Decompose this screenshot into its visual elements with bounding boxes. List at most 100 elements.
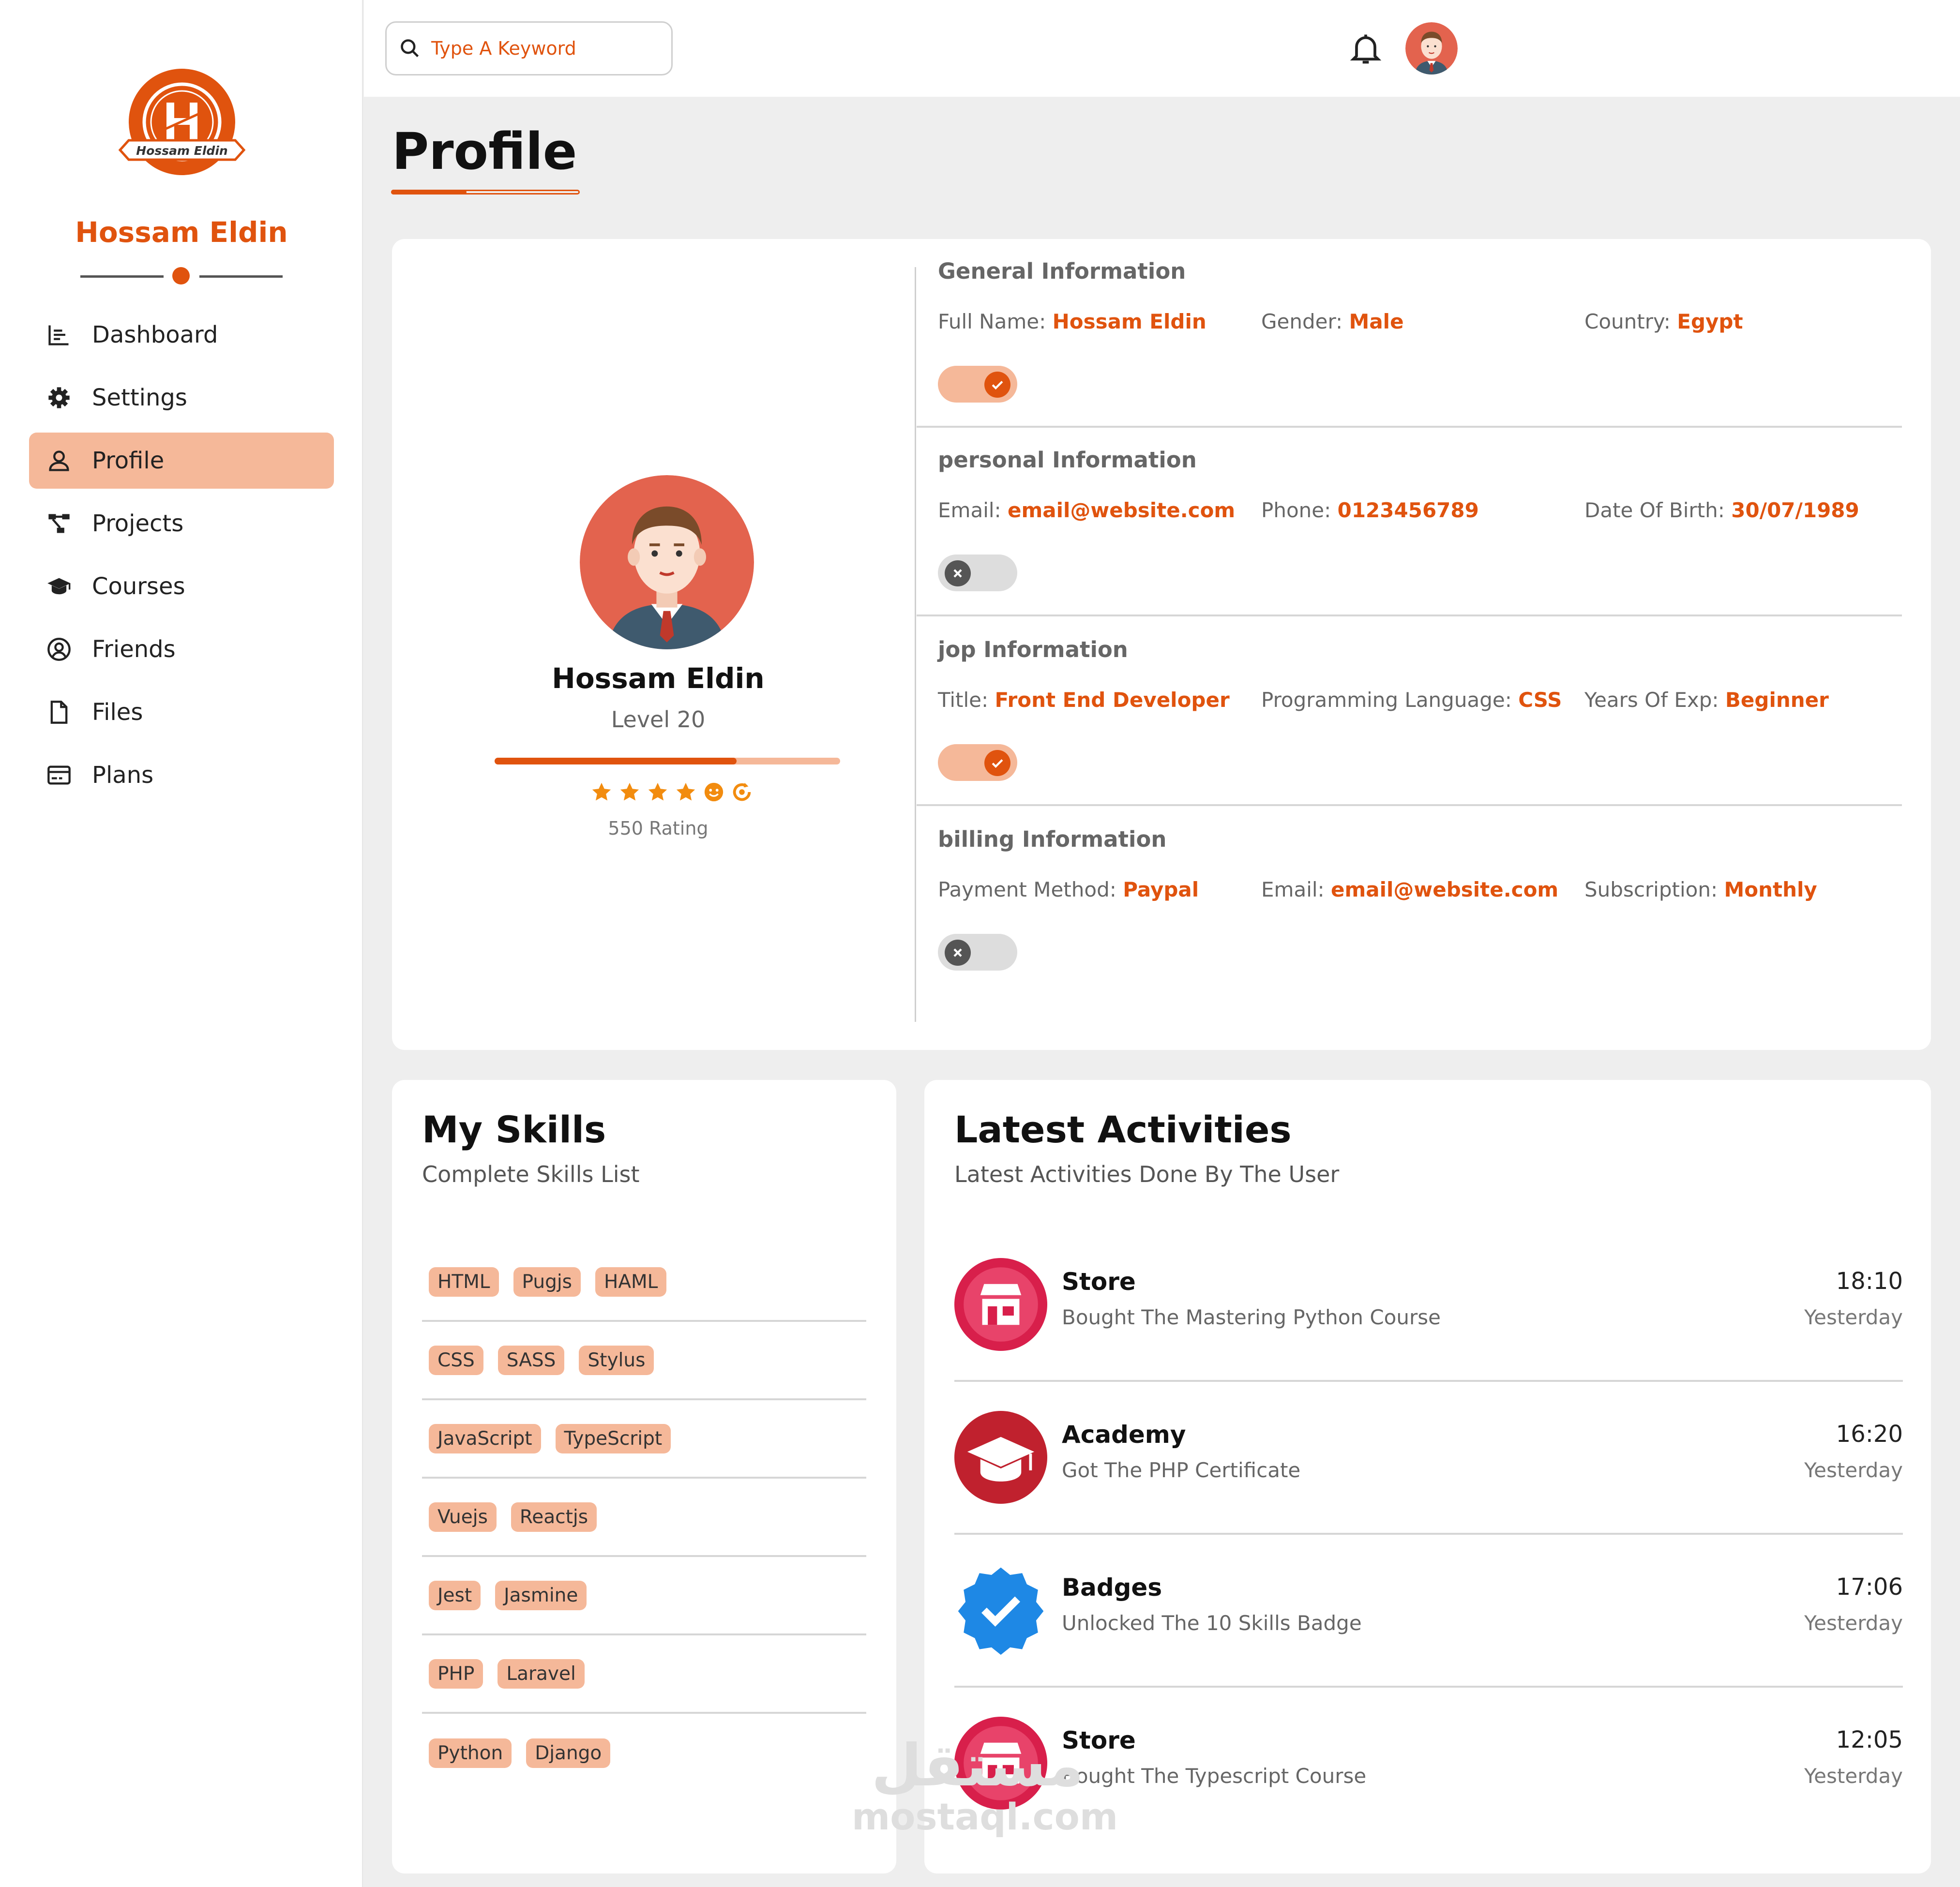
info-section-title: personal Information (938, 447, 1197, 473)
info-field: Title: Front End Developer (938, 688, 1230, 712)
info-section-title: General Information (938, 258, 1186, 284)
sidebar-item-label: Files (92, 699, 143, 726)
info-field: Years Of Exp: Beginner (1584, 688, 1829, 712)
activity-time: 18:10 (1836, 1268, 1903, 1295)
skill-tag: Stylus (579, 1345, 654, 1375)
level-progress-fill (495, 758, 737, 764)
info-section-general: General Information Full Name: Hossam El… (917, 239, 1902, 428)
activity-description: Bought The Typescript Course (1062, 1764, 1367, 1788)
skill-tag: HTML (429, 1267, 499, 1297)
info-row: Email: email@website.com Phone: 01234567… (938, 498, 1901, 527)
brand-divider (80, 267, 283, 285)
skill-tag: Django (526, 1738, 611, 1768)
info-section-title: billing Information (938, 826, 1167, 852)
search-input[interactable] (431, 38, 659, 59)
skill-tag: JavaScript (429, 1423, 541, 1453)
activity-time: 16:20 (1836, 1421, 1903, 1448)
profile-avatar (580, 475, 754, 649)
sidebar-item-label: Projects (92, 510, 184, 537)
file-icon (45, 699, 73, 726)
sidebar-item-dashboard[interactable]: Dashboard (29, 307, 334, 363)
page-title-underline (391, 189, 580, 195)
user-avatar[interactable] (1405, 22, 1458, 75)
check-icon (984, 372, 1010, 398)
toggle-switch-off[interactable] (938, 934, 1017, 971)
activity-day: Yesterday (1804, 1458, 1903, 1482)
info-section-billing: billing Information Payment Method: Payp… (917, 807, 1902, 996)
skills-title: My Skills (422, 1108, 606, 1151)
sidebar-item-label: Friends (92, 636, 176, 663)
bell-icon[interactable] (1347, 30, 1384, 67)
activity-day: Yesterday (1804, 1764, 1903, 1788)
info-field: Gender: Male (1261, 310, 1404, 333)
sidebar-item-friends[interactable]: Friends (29, 621, 334, 677)
skill-tag: Pugjs (513, 1267, 581, 1297)
sidebar-item-files[interactable]: Files (29, 684, 334, 740)
activity-time: 17:06 (1836, 1573, 1903, 1601)
skill-tag: HAML (595, 1267, 667, 1297)
activity-day: Yesterday (1804, 1611, 1903, 1635)
rating-icons (590, 781, 753, 810)
activity-item[interactable]: Academy Got The PHP Certificate 16:20 Ye… (954, 1382, 1903, 1535)
toggle-switch-on[interactable] (938, 744, 1017, 781)
activity-description: Bought The Mastering Python Course (1062, 1305, 1441, 1329)
skill-row: Jest Jasmine (422, 1557, 866, 1635)
sidebar-item-profile[interactable]: Profile (29, 433, 334, 489)
sidebar-item-label: Dashboard (92, 321, 218, 348)
activity-time: 12:05 (1836, 1726, 1903, 1753)
skill-tag: TypeScript (555, 1423, 671, 1453)
toggle-switch-off[interactable] (938, 554, 1017, 591)
sidebar-item-plans[interactable]: Plans (29, 747, 334, 803)
info-row: Payment Method: Paypal Email: email@webs… (938, 878, 1901, 907)
info-field: Email: email@website.com (938, 498, 1236, 522)
credit-card-icon (45, 762, 73, 789)
page-title: Profile (392, 122, 577, 181)
info-field: Phone: 0123456789 (1261, 498, 1479, 522)
skills-card: My Skills Complete Skills List HTML Pugj… (392, 1080, 896, 1873)
skill-row: JavaScript TypeScript (422, 1400, 866, 1479)
brand-name: Hossam Eldin (75, 216, 288, 249)
info-field: Date Of Birth: 30/07/1989 (1584, 498, 1859, 522)
sidebar-item-courses[interactable]: Courses (29, 558, 334, 614)
activities-subtitle: Latest Activities Done By The User (954, 1161, 1340, 1187)
verified-badge-icon (954, 1564, 1047, 1657)
skill-tag: CSS (429, 1345, 483, 1375)
info-field: Programming Language: CSS (1261, 688, 1562, 712)
sidebar: Hossam Eldin Hossam Eldin Dashboard Sett… (0, 0, 363, 1887)
brand-logo: Hossam Eldin (115, 68, 249, 181)
toggle-switch-on[interactable] (938, 366, 1017, 403)
watermark: مستقل mostaql.com (852, 1732, 1118, 1839)
user-icon (45, 447, 73, 474)
skill-tag: Jest (429, 1580, 481, 1610)
skill-tag: Jasmine (495, 1580, 587, 1610)
sidebar-item-projects[interactable]: Projects (29, 495, 334, 552)
skill-row: Vuejs Reactjs (422, 1479, 866, 1557)
info-field: Payment Method: Paypal (938, 878, 1199, 901)
sidebar-item-settings[interactable]: Settings (29, 370, 334, 426)
chart-bar-icon (45, 321, 73, 348)
activity-item[interactable]: Store Bought The Mastering Python Course… (954, 1229, 1903, 1382)
vertical-divider (915, 267, 916, 1022)
profile-level: Level 20 (611, 706, 706, 733)
sidebar-item-label: Courses (92, 573, 185, 600)
info-section-title: jop Information (938, 637, 1128, 662)
star-icon (620, 782, 639, 801)
skill-tag: Reactjs (511, 1502, 597, 1532)
info-section-job: jop Information Title: Front End Develop… (917, 617, 1902, 806)
skill-tag: Python (429, 1738, 512, 1768)
skill-tag: SASS (498, 1345, 565, 1375)
smile-icon (704, 782, 724, 802)
search-box[interactable] (385, 21, 673, 75)
sidebar-item-label: Settings (92, 384, 187, 411)
skill-row: Python Django (422, 1714, 866, 1792)
close-icon (945, 940, 971, 966)
svg-text:Hossam Eldin: Hossam Eldin (136, 144, 227, 158)
gear-icon (45, 384, 73, 411)
topbar (364, 0, 1960, 97)
info-field: Email: email@website.com (1261, 878, 1559, 901)
activity-item[interactable]: Badges Unlocked The 10 Skills Badge 17:0… (954, 1535, 1903, 1688)
skill-row: PHP Laravel (422, 1635, 866, 1714)
activities-title: Latest Activities (954, 1108, 1292, 1151)
skill-tag: PHP (429, 1659, 483, 1689)
check-icon (984, 750, 1010, 776)
